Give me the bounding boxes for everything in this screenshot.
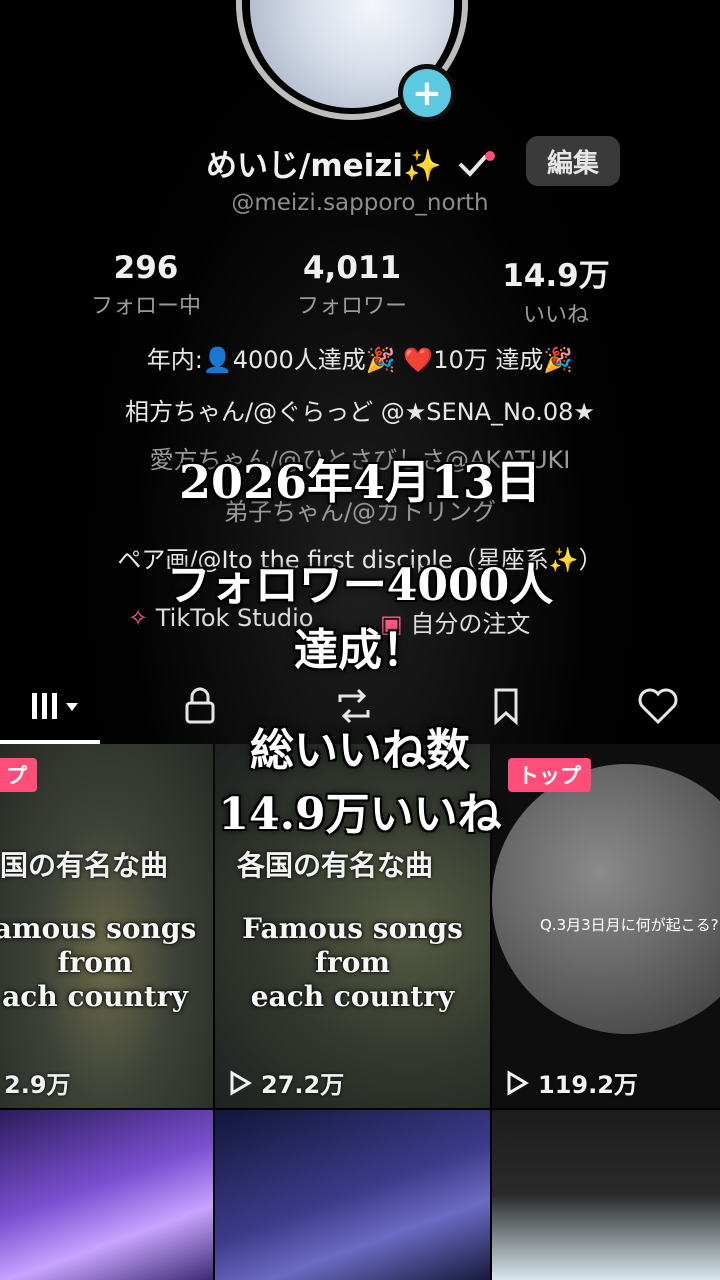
repost-icon [338, 688, 370, 724]
grid-icon [32, 693, 78, 719]
bio-line: 年内:👤4000人達成🎉 ❤️10万 達成🎉 [146, 346, 574, 374]
profile-name-row: めいじ/meizi✨ 編集 [0, 136, 720, 188]
heart-icon [638, 688, 678, 725]
likes-count: 14.9万 [502, 258, 610, 294]
view-count-label: 2.9万 [4, 1071, 71, 1099]
bio-line: 相方ちゃん/@ぐらっど @★SENA_No.08★ [125, 398, 595, 426]
video-caption: Q.3月3日月に何が起こる? [540, 916, 719, 934]
add-avatar-button[interactable]: + [398, 64, 456, 122]
overlay-total-likes-label: 総いいね数 [250, 725, 470, 776]
following-count: 296 [113, 250, 179, 286]
followers-label: フォロワー [296, 294, 407, 319]
view-count: 2.9万 [4, 1065, 71, 1100]
bookmark-icon [494, 688, 518, 726]
play-icon [230, 1069, 252, 1096]
overlay-date: 2026年4月13日 [178, 455, 542, 509]
overlay-follower-milestone: フォロワー4000人 [166, 560, 554, 611]
video-thumbnail[interactable] [215, 1110, 490, 1280]
likes-stat[interactable]: 14.9万 いいね [456, 250, 656, 329]
video-subtitle: Famous songs from each country [242, 912, 463, 1013]
video-title: 各国の有名な曲 [237, 849, 434, 882]
lock-icon [185, 687, 215, 724]
video-subtitle: amous songs from ach country [0, 912, 197, 1013]
likes-label: いいね [522, 303, 589, 328]
play-icon [507, 1069, 529, 1096]
overlay-total-likes-value: 14.9万いいね [218, 789, 502, 840]
following-label: フォロー中 [90, 294, 201, 319]
video-title: 国の有名な曲 [0, 849, 169, 882]
display-name: めいじ/meizi✨ [206, 148, 442, 184]
video-thumbnail[interactable] [492, 1110, 720, 1280]
view-count-label: 27.2万 [261, 1071, 345, 1099]
plus-icon: + [411, 72, 443, 114]
video-thumbnail[interactable] [0, 1110, 213, 1280]
followers-count: 4,011 [302, 250, 402, 286]
verified-check-icon [458, 151, 495, 177]
followers-stat[interactable]: 4,011 フォロワー [252, 250, 452, 320]
view-count-label: 119.2万 [538, 1071, 638, 1099]
view-count: 119.2万 [504, 1065, 638, 1100]
username: @meizi.sapporo_north [231, 190, 489, 216]
view-count: 27.2万 [227, 1065, 344, 1100]
edit-profile-button[interactable]: 編集 [526, 136, 620, 186]
following-stat[interactable]: 296 フォロー中 [46, 250, 246, 320]
overlay-achieved: 達成！ [294, 625, 426, 676]
